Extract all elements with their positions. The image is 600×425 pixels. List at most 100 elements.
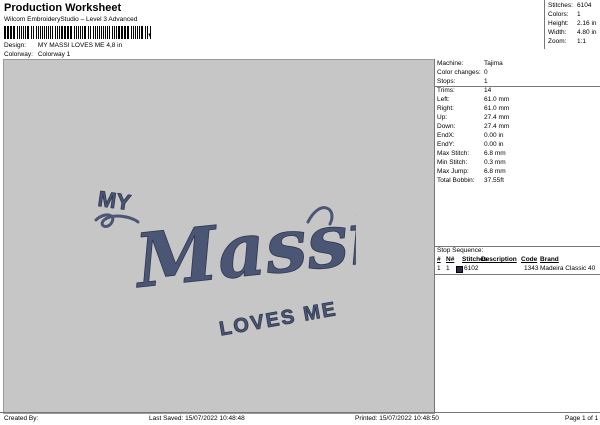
info-row: Total Bobbin: 37.55ft [437,177,504,184]
stat-height: Height: 2.16 in [548,20,597,27]
colorway-label: Colorway: [4,51,33,58]
thread-color-swatch [456,266,463,273]
stop-num: 1 [437,265,441,272]
barcode-bar [139,26,140,39]
barcode-bar [99,26,100,39]
barcode-bar [52,26,53,39]
info-row: Up: 27.4 mm [437,114,510,121]
barcode-bar [13,26,15,39]
barcode-bar [118,26,120,39]
divider [435,86,600,87]
barcode-bar [50,26,51,39]
artwork-text-massi: Massi [128,194,356,305]
barcode-bar [112,26,113,39]
info-row: Max Jump: 6.8 mm [437,168,506,175]
barcode-bar [90,26,91,39]
barcode-bar [80,26,81,39]
info-row: EndX: 0.00 in [437,132,504,139]
stat-width: Width: 4.80 in [548,29,597,36]
barcode-bar [36,26,37,39]
barcode-bar [48,26,49,39]
created-by: Created By: [4,415,39,422]
barcode-bar [44,26,45,39]
barcode-bar [25,26,26,39]
barcode-bar [107,26,108,39]
last-saved: Last Saved: 15/07/2022 10:48:48 [149,415,245,422]
barcode-bar [64,26,66,39]
info-row: EndY: 0.00 in [437,141,504,148]
info-row: Max Stitch: 6.8 mm [437,150,506,157]
barcode-bar [95,26,96,39]
barcode-bar [135,26,136,39]
barcode-bar [141,26,143,39]
barcode-icon [4,26,151,39]
barcode-bar [27,26,29,39]
barcode-bar [57,26,58,39]
design-stats-panel: Stitches: 6104 Colors: 1 Height: 2.16 in Wi… [544,0,600,49]
stat-colors: Colors: 1 [548,11,581,18]
artwork-text-my: MY [96,186,132,215]
info-row: Right: 61.0 mm [437,105,510,112]
info-row: Machine: Tajima [437,60,503,67]
stat-zoom: Zoom: 1:1 [548,38,587,45]
design-row: Design: MY MASSI LOVES ME 4,8 in [4,42,122,49]
worksheet-footer: Created By: Last Saved: 15/07/2022 10:48… [0,412,600,425]
barcode-bar [70,26,72,39]
barcode-bar [10,26,12,39]
info-row: Down: 27.4 mm [437,123,510,130]
barcode-bar [74,26,75,39]
stop-stitches: 6102 [464,265,479,272]
barcode-bar [93,26,94,39]
col-brand: Brand [540,256,559,263]
barcode-bar [67,26,69,39]
col-n: N# [446,256,455,263]
barcode-bar [88,26,89,39]
barcode-bar [116,26,117,39]
stop-n: 1 [446,265,450,272]
info-row: Min Stitch: 0.3 mm [437,159,506,166]
stop-brand: Madeira Classic 40 [540,265,596,272]
barcode-bar [101,26,102,39]
col-description: Description [481,256,517,263]
worksheet-header: Production Worksheet Wilcom EmbroiderySt… [0,0,544,60]
barcode-bar [31,26,32,39]
barcode-bar [131,26,132,39]
barcode-bar [84,26,86,39]
col-num: # [437,256,441,263]
barcode-bar [109,26,110,39]
barcode-bar [7,26,9,39]
stat-stitches: Stitches: 6104 [548,2,592,9]
barcode-bar [40,26,41,39]
embroidery-artwork: MY Massi LOVES ME [94,185,356,341]
barcode-bar [145,26,146,39]
barcode-bar [21,26,22,39]
barcode-bar [121,26,123,39]
barcode-bar [59,26,60,39]
barcode-end-mark: , [148,27,151,38]
barcode-bar [105,26,106,39]
barcode-bar [4,26,6,39]
barcode-bar [46,26,47,39]
design-label: Design: [4,42,27,49]
barcode-bar [55,26,56,39]
barcode-bar [19,26,20,39]
colorway-value: Colorway 1 [37,51,71,58]
divider [435,274,600,275]
stop-code: 1343 [524,265,539,272]
barcode-bar [97,26,98,39]
barcode-bar [33,26,34,39]
software-subtitle: Wilcom EmbroideryStudio – Level 3 Advanc… [4,16,138,23]
info-row: Trims: 14 [437,87,492,94]
barcode-bar [103,26,104,39]
barcode-bar [137,26,138,39]
barcode-bar [127,26,129,39]
barcode-bar [17,26,18,39]
page-number: Page 1 of 1 [565,415,599,422]
design-preview-canvas: MY Massi LOVES ME [3,59,435,414]
barcode-bar [38,26,39,39]
barcode-bar [61,26,63,39]
barcode-bar [114,26,115,39]
barcode-bar [42,26,43,39]
machine-info-panel: Machine: Tajima Color changes: 0 Stops: 1 Trim… [434,59,600,412]
barcode-bar [133,26,134,39]
